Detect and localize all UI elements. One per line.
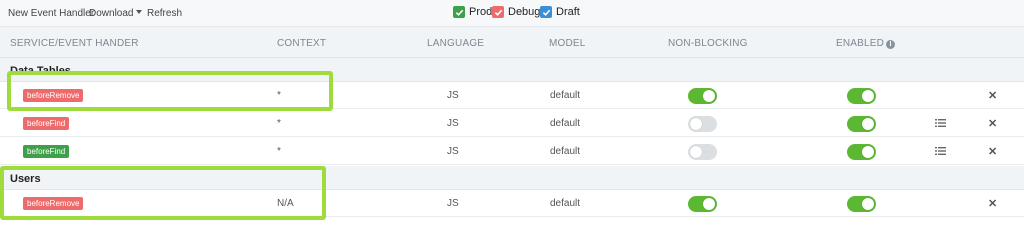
column-header-enabled: ENABLED i [836,38,896,49]
checkbox-checked-icon [540,6,552,18]
column-header-language: LANGUAGE [427,38,485,49]
context-cell: N/A [277,198,294,209]
context-cell: * [277,90,281,101]
enabled-toggle[interactable] [847,144,876,160]
table-row: beforeFind * JS default ✕ [0,138,1024,165]
model-cell: default [550,198,581,209]
filter-prod[interactable]: Prod [453,6,492,18]
download-dropdown[interactable]: Download [89,8,143,19]
info-icon[interactable]: i [886,40,896,49]
handler-badge[interactable]: beforeRemove [23,197,84,210]
handler-badge[interactable]: beforeRemove [23,89,84,102]
group-header-data-tables: Data Tables [0,58,1024,82]
toolbar: New Event Handler Download Refresh Prod … [0,0,1024,27]
new-event-handler-button[interactable]: New Event Handler [8,8,94,19]
language-cell: JS [447,146,459,157]
language-cell: JS [447,90,459,101]
close-icon[interactable]: ✕ [988,197,997,210]
filter-draft-label: Draft [556,6,580,18]
close-icon[interactable]: ✕ [988,145,997,158]
column-header-non-blocking: NON-BLOCKING [668,38,748,49]
group-header-users: Users [0,166,1024,190]
non-blocking-toggle[interactable] [688,116,717,132]
model-cell: default [550,90,581,101]
column-header-enabled-label: ENABLED [836,38,885,49]
caret-down-icon [136,10,143,14]
checkbox-checked-icon [453,6,465,18]
close-icon[interactable]: ✕ [988,117,997,130]
model-cell: default [550,146,581,157]
refresh-button[interactable]: Refresh [147,8,182,19]
enabled-toggle[interactable] [847,88,876,104]
group-label: Data Tables [10,65,71,77]
handler-badge[interactable]: beforeFind [23,117,70,130]
filter-debug-label: Debug [508,6,541,18]
table-row: beforeRemove N/A JS default ✕ [0,190,1024,217]
column-header-service: SERVICE/EVENT HANDER [10,38,139,49]
list-icon[interactable] [935,146,946,156]
language-cell: JS [447,118,459,129]
column-header-context: CONTEXT [277,38,327,49]
group-label: Users [10,173,41,185]
filter-draft[interactable]: Draft [540,6,580,18]
table-header: SERVICE/EVENT HANDER CONTEXT LANGUAGE MO… [0,27,1024,58]
column-header-model: MODEL [549,38,586,49]
download-label: Download [89,8,134,19]
table-row: beforeRemove * JS default ✕ [0,82,1024,109]
language-cell: JS [447,198,459,209]
enabled-toggle[interactable] [847,196,876,212]
non-blocking-toggle[interactable] [688,88,717,104]
table-row: beforeFind * JS default ✕ [0,110,1024,137]
enabled-toggle[interactable] [847,116,876,132]
non-blocking-toggle[interactable] [688,144,717,160]
filter-debug[interactable]: Debug [492,6,540,18]
non-blocking-toggle[interactable] [688,196,717,212]
checkbox-checked-icon [492,6,504,18]
filter-prod-label: Prod [469,6,493,18]
handler-badge[interactable]: beforeFind [23,145,70,158]
list-icon[interactable] [935,118,946,128]
context-cell: * [277,146,281,157]
model-cell: default [550,118,581,129]
close-icon[interactable]: ✕ [988,89,997,102]
context-cell: * [277,118,281,129]
